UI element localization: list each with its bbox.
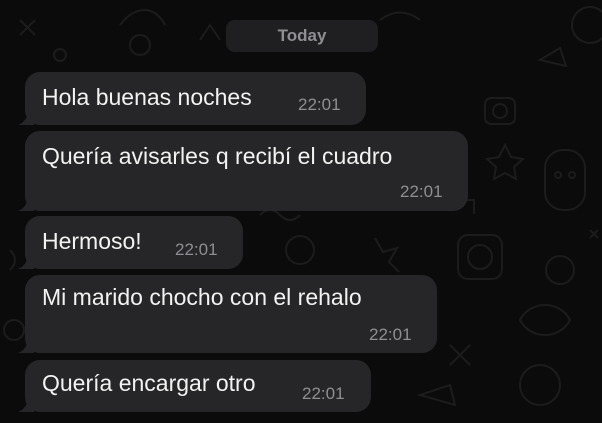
message-text: Quería encargar otro xyxy=(42,370,256,396)
bubble-tail xyxy=(18,253,34,269)
bubble-tail xyxy=(18,195,34,211)
message-text: Hola buenas noches xyxy=(42,84,252,110)
chat-view[interactable]: Today Hola buenas noches 22:01 Quería av… xyxy=(0,0,602,423)
message-timestamp: 22:01 xyxy=(369,325,412,344)
message-bubble[interactable]: Hermoso! 22:01 xyxy=(18,216,243,269)
message-timestamp: 22:01 xyxy=(298,95,341,114)
bubble-tail xyxy=(18,396,34,412)
message-timestamp: 22:01 xyxy=(302,384,345,403)
message-timestamp: 22:01 xyxy=(400,182,443,201)
message-bubble[interactable]: Quería avisarles q recibí el cuadro 22:0… xyxy=(18,131,468,211)
message-bubble[interactable]: Quería encargar otro 22:01 xyxy=(18,360,371,412)
message-bubble[interactable]: Mi marido chocho con el rehalo 22:01 xyxy=(18,275,437,353)
bubble-tail xyxy=(18,109,34,125)
date-separator: Today xyxy=(226,20,378,52)
message-bubble[interactable]: Hola buenas noches 22:01 xyxy=(18,72,366,125)
message-text: Mi marido chocho con el rehalo xyxy=(42,284,362,310)
bubble-tail xyxy=(18,337,34,353)
message-timestamp: 22:01 xyxy=(175,240,218,259)
message-text: Hermoso! xyxy=(42,228,142,254)
message-text: Quería avisarles q recibí el cuadro xyxy=(42,143,393,169)
